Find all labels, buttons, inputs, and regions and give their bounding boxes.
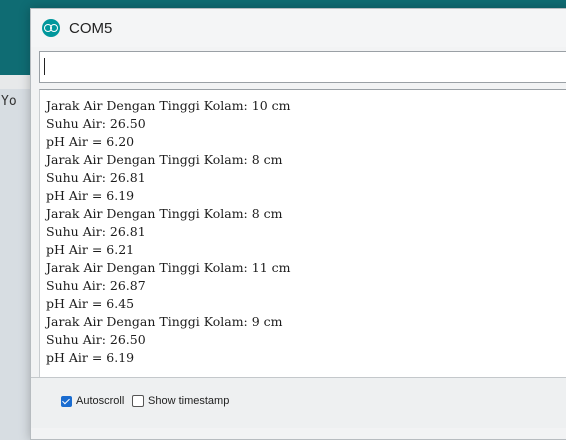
text-caret [44, 58, 45, 75]
show-timestamp-label: Show timestamp [148, 395, 230, 407]
serial-line: pH Air = 6.45 [46, 296, 135, 311]
serial-line: Jarak Air Dengan Tinggi Kolam: 11 cm [46, 260, 291, 275]
titlebar[interactable]: COM5 [31, 9, 566, 47]
background-editor-text: Yo [1, 94, 17, 109]
serial-line: pH Air = 6.20 [46, 134, 135, 149]
serial-line: Suhu Air: 26.50 [46, 332, 146, 347]
serial-output-area[interactable]: Jarak Air Dengan Tinggi Kolam: 10 cm Suhu… [39, 89, 566, 378]
serial-line: Suhu Air: 26.87 [46, 278, 146, 293]
arduino-icon [42, 19, 60, 37]
serial-line: Jarak Air Dengan Tinggi Kolam: 10 cm [46, 98, 291, 113]
serial-line: Jarak Air Dengan Tinggi Kolam: 8 cm [46, 206, 283, 221]
serial-line: Jarak Air Dengan Tinggi Kolam: 8 cm [46, 152, 283, 167]
serial-monitor-window: COM5 Jarak Air Dengan Tinggi Kolam: 10 c… [30, 8, 566, 440]
send-input[interactable] [39, 51, 566, 83]
bottom-bar: Autoscroll Show timestamp [31, 377, 566, 428]
serial-line: pH Air = 6.21 [46, 242, 135, 257]
serial-line: pH Air = 6.19 [46, 350, 135, 365]
checkbox-unchecked-icon [132, 395, 144, 407]
serial-line: Suhu Air: 26.81 [46, 224, 146, 239]
serial-line: pH Air = 6.19 [46, 188, 135, 203]
serial-line: Jarak Air Dengan Tinggi Kolam: 9 cm [46, 314, 283, 329]
autoscroll-label: Autoscroll [76, 395, 125, 407]
autoscroll-checkbox[interactable]: Autoscroll [61, 395, 124, 407]
checkbox-checked-icon [61, 395, 72, 407]
serial-line: Suhu Air: 26.50 [46, 116, 146, 131]
show-timestamp-checkbox[interactable]: Show timestamp [132, 395, 229, 407]
window-title: COM5 [69, 19, 113, 37]
serial-line: Suhu Air: 26.81 [46, 170, 146, 185]
